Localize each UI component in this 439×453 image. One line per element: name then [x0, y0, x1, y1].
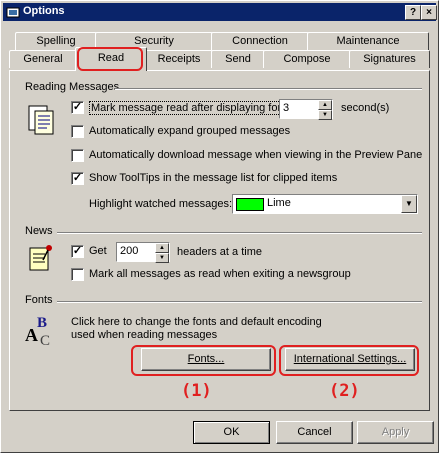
apply-label: Apply [381, 426, 410, 438]
auto-download-label: Automatically download message when view… [89, 149, 423, 161]
tab-label: Connection [232, 35, 288, 47]
spin-down-icon[interactable]: ▼ [155, 253, 169, 263]
tab-general[interactable]: General [9, 50, 77, 68]
ok-button[interactable]: OK [193, 421, 270, 444]
highlight-label: Highlight watched messages: [89, 198, 233, 210]
tab-label: General [23, 53, 63, 65]
chevron-down-icon[interactable]: ▼ [401, 195, 417, 213]
spin-up-icon[interactable]: ▲ [155, 243, 169, 253]
svg-text:B: B [37, 315, 47, 331]
tab-label: Security [134, 35, 174, 47]
tab-compose[interactable]: Compose [263, 50, 351, 68]
fonts-desc-line1: Click here to change the fonts and defau… [71, 316, 322, 328]
tab-label: Receipts [157, 53, 201, 65]
news-icon [29, 245, 52, 271]
news-section-label: News [25, 225, 53, 237]
svg-text:C: C [40, 333, 50, 349]
seconds-unit-label: second(s) [341, 102, 390, 114]
mark-all-read-label: Mark all messages as read when exiting a… [89, 268, 351, 280]
tab-receipts[interactable]: Receipts [145, 50, 213, 68]
read-tab-highlight [77, 47, 143, 71]
cancel-label: Cancel [297, 426, 332, 438]
tab-label: Signatures [363, 53, 416, 65]
mark-read-label: Mark message read after displaying for [89, 101, 284, 115]
tab-connection[interactable]: Connection [211, 32, 309, 50]
expand-groups-checkbox[interactable] [71, 125, 84, 138]
annotation-1: (1) [181, 381, 212, 401]
expand-groups-label: Automatically expand grouped messages [89, 125, 291, 137]
divider [57, 232, 422, 234]
annotation-2: (2) [329, 381, 360, 401]
fonts-section-label: Fonts [25, 294, 53, 306]
mark-read-checkbox[interactable]: ✓ [71, 101, 84, 114]
divider [115, 88, 422, 90]
reading-messages-icon [28, 105, 54, 135]
tooltips-checkbox[interactable]: ✓ [71, 172, 84, 185]
get-label: Get [89, 245, 107, 257]
mark-all-read-checkbox[interactable] [71, 268, 84, 281]
app-icon [6, 7, 20, 18]
fonts-button-highlight [131, 345, 276, 376]
tab-label: Compose [283, 53, 331, 65]
intl-button-highlight [279, 345, 419, 376]
spin-up-icon[interactable]: ▲ [318, 100, 332, 110]
reading-section-label: Reading Messages [25, 81, 120, 93]
tab-maintenance[interactable]: Maintenance [307, 32, 429, 50]
tab-send[interactable]: Send [211, 50, 265, 68]
highlight-value: Lime [267, 197, 291, 209]
ok-label: OK [223, 426, 240, 438]
tab-signatures[interactable]: Signatures [349, 50, 430, 68]
title-bar: Options ? × [3, 3, 437, 21]
auto-download-checkbox[interactable] [71, 149, 84, 162]
mark-seconds-value: 3 [283, 102, 290, 114]
mark-seconds-spinner[interactable]: 3 ▲ ▼ [279, 99, 333, 120]
tooltips-label: Show ToolTips in the message list for cl… [89, 172, 338, 184]
headers-suffix-label: headers at a time [177, 246, 262, 258]
spin-down-icon[interactable]: ▼ [318, 110, 332, 120]
headers-count-value: 200 [120, 245, 139, 257]
color-swatch [236, 198, 264, 211]
headers-count-spinner[interactable]: 200 ▲ ▼ [116, 242, 170, 263]
fonts-icon: B A C [25, 315, 50, 349]
highlight-color-select[interactable]: Lime ▼ [232, 194, 418, 214]
tab-label: Spelling [36, 35, 76, 47]
options-dialog: Options ? × Spelling Security Connection… [0, 0, 439, 453]
tab-label: Maintenance [336, 35, 400, 47]
help-button[interactable]: ? [405, 5, 421, 20]
fonts-desc-line2: used when reading messages [71, 329, 218, 341]
close-button[interactable]: × [421, 5, 437, 20]
apply-button[interactable]: Apply [357, 421, 434, 444]
cancel-button[interactable]: Cancel [276, 421, 353, 444]
tab-label: Send [225, 53, 251, 65]
svg-text:A: A [25, 325, 38, 345]
window-title: Options [23, 5, 65, 17]
divider [57, 301, 422, 303]
get-headers-checkbox[interactable]: ✓ [71, 245, 84, 258]
